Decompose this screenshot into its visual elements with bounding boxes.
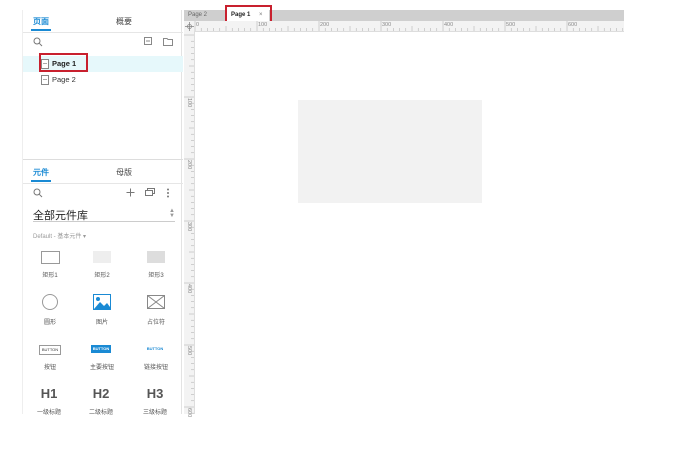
library-tabbar: 元件 母版 (23, 161, 183, 184)
updown-caret-icon: ▲ ▼ (169, 208, 175, 219)
link-button-preview: BUTTON (146, 346, 164, 351)
placeholder-icon (147, 295, 165, 309)
widget-label: 矩形3 (148, 273, 164, 279)
rectangle-icon (41, 251, 60, 264)
ruler-horizontal: 0 100 200 300 400 500 600 (184, 21, 624, 32)
widget-circle[interactable]: 圆形 (30, 294, 70, 326)
widget-label: 三级标题 (142, 410, 167, 416)
ruler-label: 100 (186, 98, 192, 108)
page-label: Page 2 (52, 75, 76, 84)
page-icon (41, 75, 49, 85)
ruler-label: 0 (196, 22, 200, 28)
button-preview: BUTTON (39, 345, 61, 355)
primary-button-preview: BUTTON (91, 345, 111, 353)
ruler-label: 200 (320, 22, 330, 28)
widget-primary-button[interactable]: BUTTON 主要按钮 (82, 342, 122, 372)
pages-toolbar (23, 32, 183, 52)
folder-icon[interactable] (163, 37, 173, 46)
pages-tabbar: 页面 概要 (23, 10, 183, 33)
more-icon[interactable] (166, 188, 170, 198)
crosshair-icon[interactable] (185, 22, 194, 31)
ruler-ticks (194, 21, 624, 31)
collapse-icon[interactable] (144, 37, 153, 46)
page-item-page-2[interactable]: Page 2 (23, 72, 183, 88)
widget-label: 一级标题 (36, 410, 61, 416)
copy-icon[interactable] (145, 188, 155, 197)
widget-button[interactable]: BUTTON 按钮 (30, 342, 70, 372)
heading-preview: H1 (40, 386, 58, 401)
widget-label: 矩形1 (42, 273, 58, 279)
ruler-label: 600 (568, 22, 578, 28)
widget-label: 按钮 (43, 365, 56, 371)
ruler-label: 200 (186, 160, 192, 170)
widget-image[interactable]: 图片 (82, 294, 122, 326)
ruler-label: 400 (444, 22, 454, 28)
rectangle-icon (147, 251, 165, 263)
search-icon[interactable] (33, 37, 43, 47)
library-toolbar (23, 184, 183, 202)
widget-h2[interactable]: H2 二级标题 (81, 386, 121, 416)
circle-icon (42, 294, 58, 310)
tab-masters[interactable]: 母版 (116, 167, 132, 178)
rectangle-icon (93, 251, 111, 263)
heading-preview: H3 (146, 386, 164, 401)
widget-label: 主要按钮 (89, 365, 114, 371)
ruler-vertical: 100 200 300 400 500 600 (184, 31, 195, 418)
widget-rect2[interactable]: 矩形2 (82, 251, 122, 281)
highlight-box (39, 53, 88, 72)
tab-widgets[interactable]: 元件 (33, 167, 49, 178)
widget-label: 占位符 (146, 320, 165, 326)
widget-placeholder[interactable]: 占位符 (136, 294, 176, 326)
doc-tab-page-2[interactable]: Page 2 (188, 10, 218, 21)
widget-rect3[interactable]: 矩形3 (136, 251, 176, 281)
ruler-label: 600 (186, 408, 192, 418)
image-icon (93, 294, 111, 310)
ruler-label: 500 (506, 22, 516, 28)
left-panel: 页面 概要 Page 1 Page 2 元件 母版 全部元件库 ▲ ▼ Defa… (22, 10, 183, 416)
ruler-label: 100 (258, 22, 268, 28)
library-select-value: 全部元件库 (33, 210, 88, 222)
ruler-label: 300 (382, 22, 392, 28)
doc-tab-label: Page 2 (188, 12, 208, 18)
search-icon[interactable] (33, 188, 43, 198)
widget-h1[interactable]: H1 一级标题 (29, 386, 69, 416)
widget-link-button[interactable]: BUTTON 链接按钮 (136, 342, 176, 372)
active-tab-indicator (31, 29, 51, 31)
library-subtitle[interactable]: Default - 基本元件 ▾ (33, 231, 86, 240)
widget-label: 二级标题 (88, 410, 113, 416)
active-tab-indicator (31, 180, 51, 182)
widget-rect1[interactable]: 矩形1 (30, 251, 70, 281)
tab-outline[interactable]: 概要 (116, 16, 132, 27)
heading-preview: H2 (92, 386, 110, 401)
widget-label: 链接按钮 (143, 365, 168, 371)
tab-pages[interactable]: 页面 (33, 16, 49, 27)
widget-label: 圆形 (43, 320, 56, 326)
add-icon[interactable] (126, 188, 135, 197)
widget-label: 矩形2 (94, 273, 110, 279)
widget-h3[interactable]: H3 三级标题 (135, 386, 175, 416)
ruler-label: 400 (186, 284, 192, 294)
library-select[interactable]: 全部元件库 ▲ ▼ (33, 207, 175, 222)
section-divider (23, 159, 183, 160)
design-canvas[interactable] (195, 32, 624, 414)
ruler-label: 500 (186, 346, 192, 356)
ruler-label: 300 (186, 222, 192, 232)
canvas-rectangle[interactable] (298, 100, 482, 203)
widget-label: 图片 (95, 320, 108, 326)
